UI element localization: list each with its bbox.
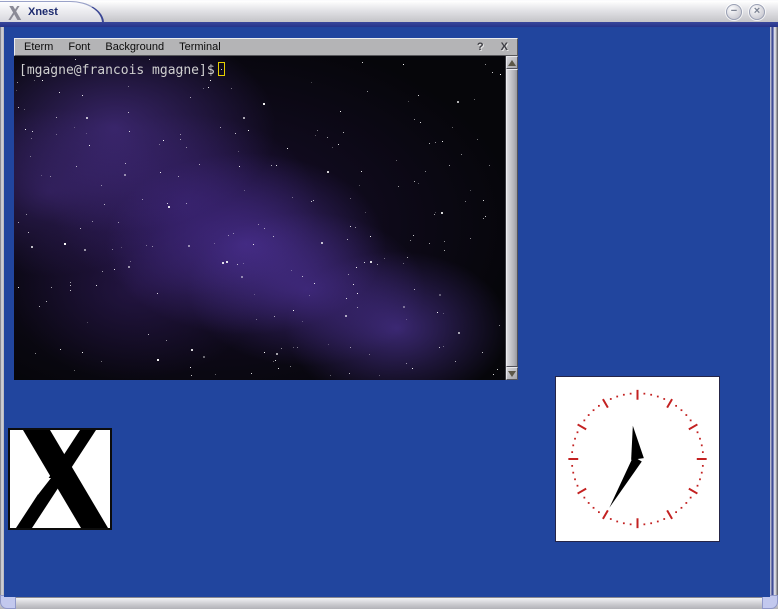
window-frame-corner-right[interactable] xyxy=(762,595,778,609)
scroll-down-button[interactable] xyxy=(506,367,518,380)
eterm-menubar: Eterm Font Background Terminal ? X xyxy=(14,38,518,56)
menu-item-terminal[interactable]: Terminal xyxy=(179,41,221,53)
menu-item-background[interactable]: Background xyxy=(105,41,164,53)
arrow-down-icon xyxy=(508,371,516,377)
window-frame-corner-left[interactable] xyxy=(0,595,16,609)
menubar-right-buttons: ? X xyxy=(477,41,508,53)
close-button[interactable]: × xyxy=(749,4,765,20)
xlogo-window xyxy=(8,428,112,530)
window-frame-right[interactable] xyxy=(770,27,778,597)
menu-item-font[interactable]: Font xyxy=(68,41,90,53)
eterm-help-button[interactable]: ? xyxy=(477,41,484,53)
terminal-prompt-line: [mgagne@francois mgagne]$ xyxy=(19,62,225,78)
window-frame-bottom[interactable] xyxy=(0,597,778,609)
terminal-prompt-text: [mgagne@francois mgagne]$ xyxy=(19,63,215,78)
minimize-button[interactable]: − xyxy=(726,4,742,20)
window-title: Xnest xyxy=(28,6,58,19)
window-controls: − × xyxy=(726,4,765,20)
scroll-up-button[interactable] xyxy=(506,56,518,69)
eterm-terminal-window: Eterm Font Background Terminal ? X [mgag… xyxy=(14,38,518,380)
window-title-tab[interactable]: Xnest xyxy=(0,1,104,23)
menu-item-eterm[interactable]: Eterm xyxy=(24,41,53,53)
eterm-scrollbar[interactable] xyxy=(505,56,518,380)
x-window-system-icon xyxy=(7,6,22,20)
clock-face xyxy=(556,377,719,541)
arrow-up-icon xyxy=(508,60,516,66)
eterm-close-button[interactable]: X xyxy=(501,41,508,53)
scrollbar-thumb[interactable] xyxy=(506,69,518,367)
xclock-window xyxy=(555,376,720,542)
xnest-window: Xnest − × Eterm Font Background Terminal… xyxy=(0,0,778,609)
terminal-cursor xyxy=(218,62,225,76)
window-titlebar[interactable]: Xnest − × xyxy=(0,0,778,22)
terminal-screen[interactable]: [mgagne@francois mgagne]$ xyxy=(14,56,518,380)
starfield xyxy=(14,56,518,380)
desktop-background: Eterm Font Background Terminal ? X [mgag… xyxy=(4,27,770,597)
x-logo-graphic xyxy=(10,430,110,528)
